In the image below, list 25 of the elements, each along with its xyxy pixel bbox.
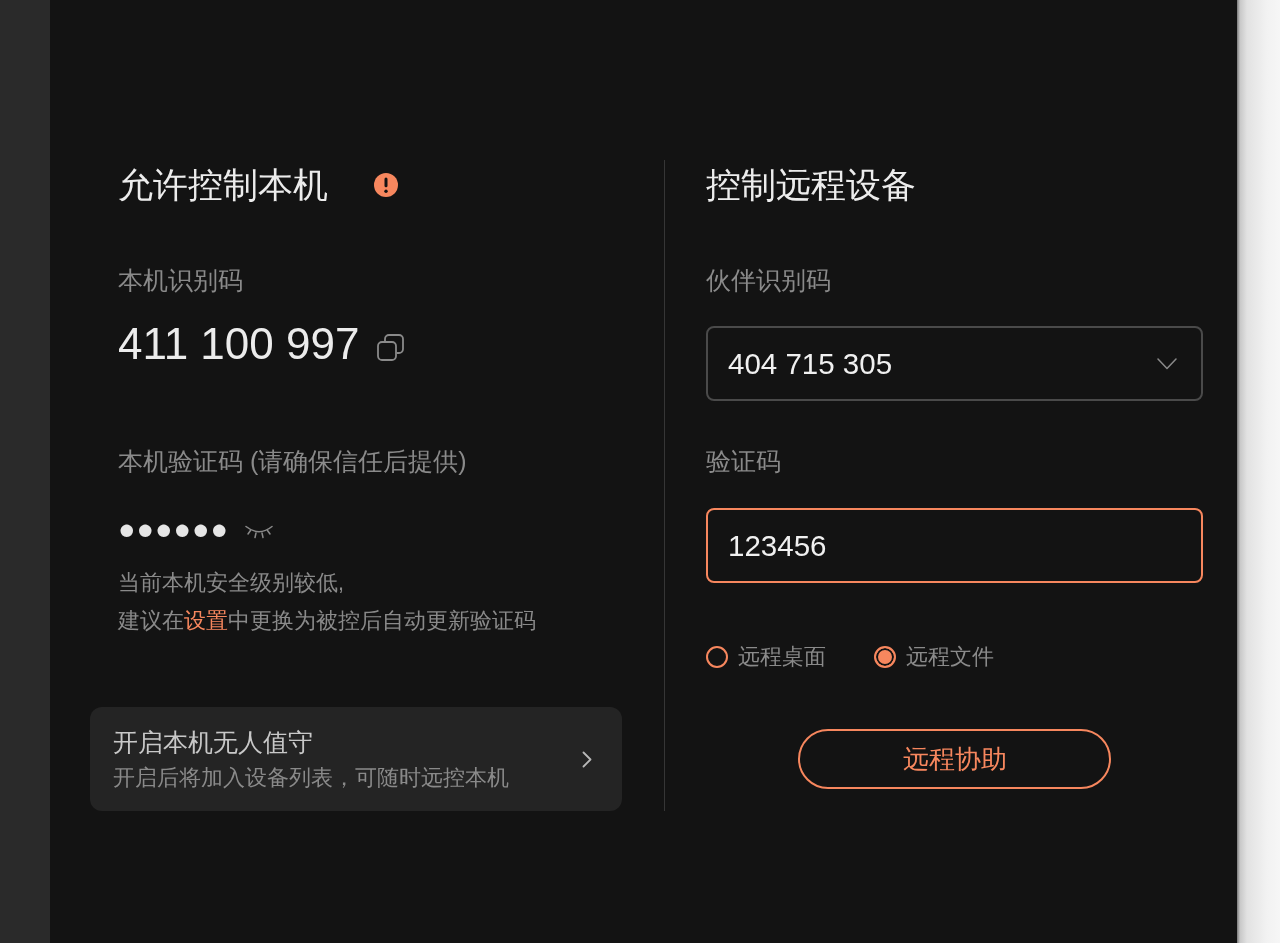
verification-code-field[interactable]: 123456 [706,508,1203,583]
masked-code: ●●●●●● [118,514,230,544]
section-title: 允许控制本机 [118,164,328,206]
chevron-right-icon [582,750,592,768]
card-description: 开启后将加入设备列表，可随时远控本机 [113,765,509,792]
field-label: 本机验证码 (请确保信任后提供) [118,446,467,477]
radio-label[interactable]: 远程文件 [906,642,994,672]
field-label: 本机识别码 [118,265,243,296]
unattended-card[interactable]: 开启本机无人值守 开启后将加入设备列表，可随时远控本机 [90,707,622,811]
remote-assist-button[interactable]: 远程协助 [798,729,1111,789]
device-id: 411 100 997 [118,318,360,370]
chevron-down-icon [1157,357,1177,370]
copy-icon[interactable] [377,333,405,361]
radio-button[interactable] [874,646,896,668]
field-label: 验证码 [706,446,781,477]
radio-label[interactable]: 远程桌面 [738,642,826,672]
closed-eye-icon[interactable] [245,524,274,540]
section-title: 控制远程设备 [706,164,916,206]
partner-id-dropdown[interactable]: 404 715 305 [706,326,1203,401]
warning-icon[interactable] [374,173,398,197]
security-hint: 当前本机安全级别较低, 建议在设置中更换为被控后自动更新验证码 [118,570,536,635]
field-label: 伙伴识别码 [706,265,831,296]
radio-button[interactable] [706,646,728,668]
settings-link[interactable]: 设置 [184,609,228,633]
card-title: 开启本机无人值守 [113,727,313,758]
